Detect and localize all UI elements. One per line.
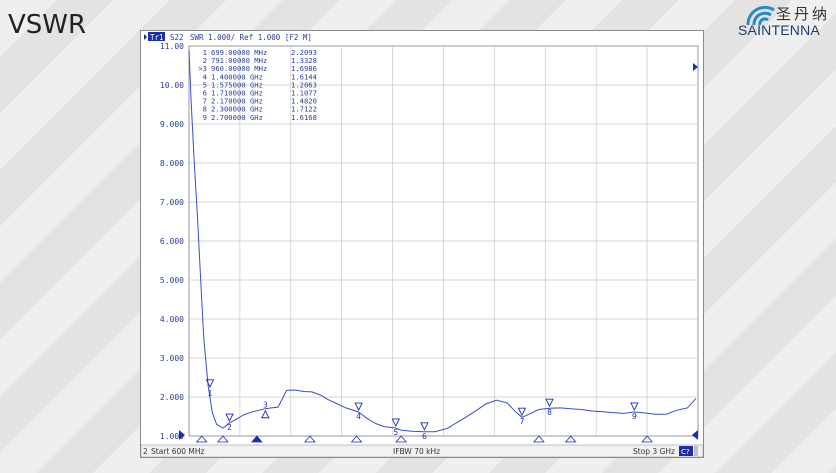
logo-chinese-text: 圣丹纳 — [776, 5, 831, 23]
chart-header: Tr1 S22 SWR 1.000/ Ref 1.000 [F2 M] — [144, 32, 312, 42]
measurement-label: S22 — [170, 33, 184, 42]
axis-marker-triangle-icon[interactable] — [641, 435, 653, 443]
axis-marker-triangle-icon[interactable] — [304, 435, 316, 443]
y-tick-label: 4.000 — [160, 315, 184, 324]
vna-screen: Tr1 S22 SWR 1.000/ Ref 1.000 [F2 M] 11.0… — [140, 30, 704, 458]
marker-table-id: 9 — [203, 113, 207, 122]
start-frequency: Start 600 MHz — [151, 447, 205, 456]
footer-scroll-handle[interactable] — [694, 446, 698, 456]
axis-marker-triangle-icon[interactable] — [564, 435, 577, 443]
y-tick-label: 5.000 — [160, 276, 184, 285]
ifbw-label: IFBW 70 kHz — [393, 447, 440, 456]
marker-table-frequency: 2.700000 GHz — [211, 113, 263, 122]
marker-table-value: 1.6168 — [291, 113, 317, 122]
marker-label: 9 — [632, 412, 637, 421]
axis-marker-triangle-icon[interactable] — [350, 435, 363, 443]
logo-brand-text: SAINTENNA — [738, 22, 820, 38]
page-title: VSWR — [8, 10, 87, 40]
channel-tag-label: C? — [681, 448, 690, 456]
marker-label: 6 — [422, 432, 427, 441]
y-tick-label: 8.000 — [160, 159, 184, 168]
trace-tab-label: Tr1 — [150, 33, 164, 42]
marker-label: 2 — [227, 423, 232, 432]
axis-marker-triangle-icon[interactable] — [217, 435, 229, 443]
vswr-chart: Tr1 S22 SWR 1.000/ Ref 1.000 [F2 M] 11.0… — [141, 32, 703, 457]
brand-logo: 圣丹纳 SAINTENNA — [736, 2, 832, 42]
y-tick-label: 9.000 — [160, 120, 184, 129]
y-tick-label: 6.000 — [160, 237, 184, 246]
axis-marker-triangle-icon[interactable] — [195, 435, 208, 443]
axis-marker-triangle-icon[interactable] — [533, 435, 545, 443]
y-tick-label: 7.000 — [160, 198, 184, 207]
y-tick-label: 2.000 — [160, 393, 184, 402]
y-tick-label: 10.00 — [160, 81, 184, 90]
marker-table: 1 699.00000 MHz 2.20932 791.00000 MHz 1.3328… — [198, 48, 317, 122]
format-label: SWR 1.000/ Ref 1.000 [F2 M] — [190, 33, 312, 42]
marker-label: 8 — [547, 408, 552, 417]
marker-label: 7 — [520, 417, 525, 426]
marker-label: 4 — [356, 412, 361, 421]
marker-label: 3 — [263, 401, 268, 410]
chart-footer: 2 Start 600 MHz IFBW 70 kHz Stop 3 GHz C… — [141, 444, 703, 457]
stop-frequency: Stop 3 GHz — [633, 447, 675, 456]
channel-number: 2 — [143, 447, 148, 456]
y-tick-label: 11.00 — [160, 42, 184, 51]
active-marker-triangle-icon[interactable] — [251, 435, 263, 443]
marker-label: 1 — [208, 389, 213, 398]
active-trace-arrow-icon — [144, 34, 147, 40]
y-tick-label: 3.000 — [160, 354, 184, 363]
y-axis-ticks: 11.00 10.00 9.000 8.000 7.000 6.000 5.000 4.000… — [160, 42, 184, 441]
marker-label: 5 — [393, 428, 398, 437]
